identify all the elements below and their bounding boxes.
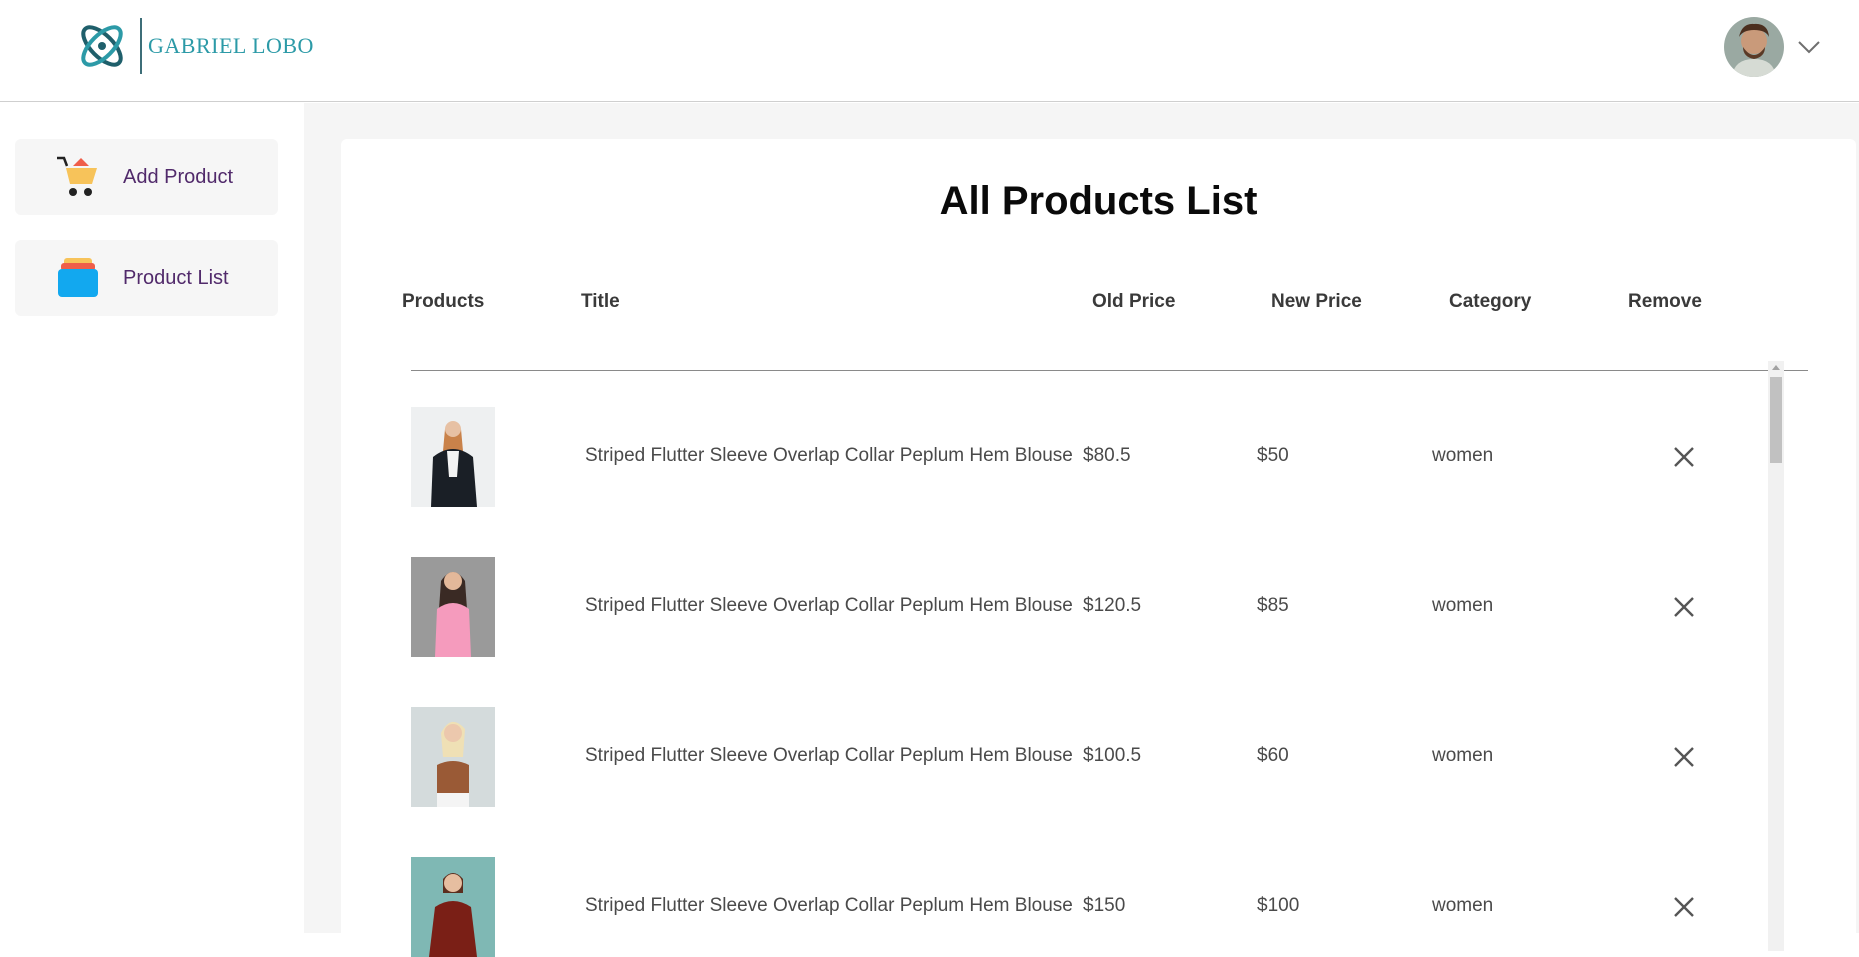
avatar-image <box>1724 17 1784 77</box>
table-row: Striped Flutter Sleeve Overlap Collar Pe… <box>341 707 1761 807</box>
product-title: Striped Flutter Sleeve Overlap Collar Pe… <box>585 595 1073 616</box>
product-image <box>411 557 495 657</box>
old-price: $100.5 <box>1083 745 1142 766</box>
sidebar: Add Product Product List <box>0 103 304 933</box>
logo-divider <box>140 18 142 74</box>
old-price: $120.5 <box>1083 595 1142 616</box>
table-row: Striped Flutter Sleeve Overlap Collar Pe… <box>341 857 1761 957</box>
column-header-title: Title <box>581 291 620 312</box>
column-header-old-price: Old Price <box>1092 291 1176 312</box>
category: women <box>1432 895 1494 916</box>
scroll-up-arrow-icon[interactable] <box>1772 365 1780 370</box>
old-price: $150 <box>1083 895 1126 916</box>
chevron-down-icon[interactable] <box>1796 34 1822 60</box>
user-avatar[interactable] <box>1724 17 1784 77</box>
old-price: $80.5 <box>1083 445 1131 466</box>
product-list-panel: All Products List Products Title Old Pri… <box>341 139 1856 957</box>
category: women <box>1432 745 1494 766</box>
product-title: Striped Flutter Sleeve Overlap Collar Pe… <box>585 445 1073 466</box>
table-header: Products Title Old Price New Price Categ… <box>341 291 1856 321</box>
column-header-products: Products <box>402 291 485 312</box>
product-image <box>411 707 495 807</box>
new-price: $85 <box>1257 595 1289 616</box>
column-header-new-price: New Price <box>1271 291 1362 312</box>
new-price: $50 <box>1257 445 1289 466</box>
list-stack-icon <box>58 258 98 297</box>
product-image <box>411 407 495 507</box>
column-header-category: Category <box>1449 291 1532 312</box>
category: women <box>1432 445 1494 466</box>
cart-icon <box>57 156 97 196</box>
category: women <box>1432 595 1494 616</box>
table-row: Striped Flutter Sleeve Overlap Collar Pe… <box>341 557 1761 657</box>
product-title: Striped Flutter Sleeve Overlap Collar Pe… <box>585 895 1073 916</box>
brand-logo[interactable]: GABRIEL LOBO <box>74 16 314 76</box>
new-price: $60 <box>1257 745 1289 766</box>
remove-icon[interactable] <box>1672 895 1696 919</box>
sidebar-item-label: Add Product <box>123 165 234 188</box>
page-title: All Products List <box>939 179 1258 223</box>
product-image <box>411 857 495 957</box>
column-header-remove: Remove <box>1628 291 1702 312</box>
sidebar-item-label: Product List <box>123 266 229 289</box>
sidebar-item-product-list[interactable]: Product List <box>15 240 278 316</box>
remove-icon[interactable] <box>1672 745 1696 769</box>
top-navbar: GABRIEL LOBO <box>0 0 1859 102</box>
remove-icon[interactable] <box>1672 595 1696 619</box>
scrollbar[interactable] <box>1768 361 1784 951</box>
remove-icon[interactable] <box>1672 445 1696 469</box>
atom-logo-icon <box>81 25 123 67</box>
sidebar-item-add-product[interactable]: Add Product <box>15 139 278 215</box>
scrollbar-thumb[interactable] <box>1770 377 1782 463</box>
brand-name: GABRIEL LOBO <box>148 33 314 58</box>
header-divider <box>411 370 1808 371</box>
table-row: Striped Flutter Sleeve Overlap Collar Pe… <box>341 407 1761 507</box>
new-price: $100 <box>1257 895 1300 916</box>
product-title: Striped Flutter Sleeve Overlap Collar Pe… <box>585 745 1073 766</box>
